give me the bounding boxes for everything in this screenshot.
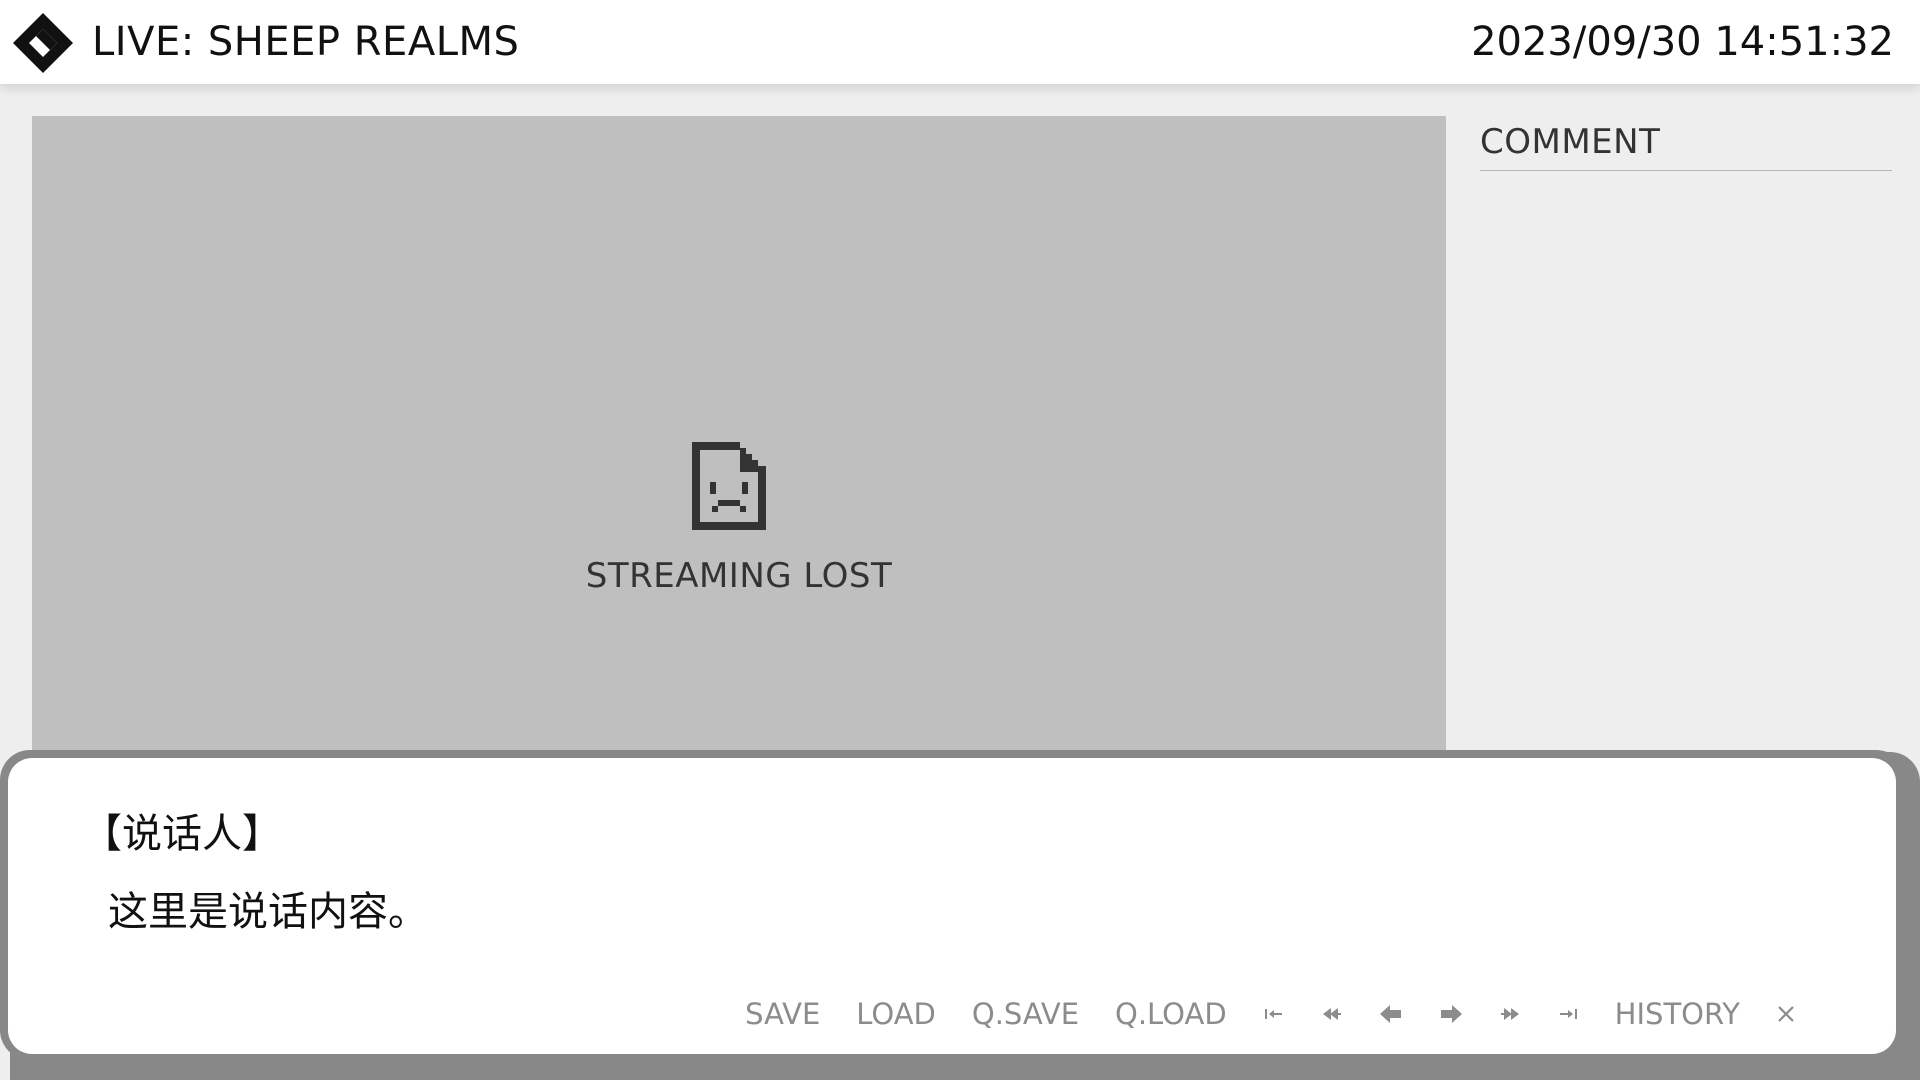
skip-to-end-icon [1559,1009,1577,1019]
header-bar: LIVE: SHEEP REALMS 2023/09/30 14:51:32 [0,0,1920,84]
sad-document-icon [692,442,766,530]
close-icon [1778,1006,1794,1022]
back-button[interactable] [1379,1004,1403,1024]
skip-to-start-icon [1264,1009,1282,1019]
forward-icon [1440,1005,1462,1023]
rewind-icon [1322,1008,1341,1020]
quick-save-button[interactable]: Q.SAVE [972,994,1079,1034]
history-button[interactable]: HISTORY [1615,994,1740,1034]
comment-panel: COMMENT [1480,116,1892,171]
dialog-content: 【说话人】 这里是说话内容。 SAVE LOAD Q.SAVE Q.LOAD H… [8,758,1896,1054]
stream-viewport: STREAMING LOST [32,116,1446,756]
rewind-button[interactable] [1321,1006,1343,1022]
diamond-logo-icon [13,13,73,73]
skip-to-start-button[interactable] [1263,1006,1285,1022]
streaming-lost-text: STREAMING LOST [585,556,893,596]
load-button[interactable]: LOAD [856,994,936,1034]
dialog-box: 【说话人】 这里是说话内容。 SAVE LOAD Q.SAVE Q.LOAD H… [0,750,1906,1060]
save-button[interactable]: SAVE [745,994,820,1034]
comment-label: COMMENT [1480,122,1661,162]
dialog-controls: SAVE LOAD Q.SAVE Q.LOAD HISTORY [745,992,1796,1036]
page-title: LIVE: SHEEP REALMS [92,19,520,65]
skip-to-end-button[interactable] [1557,1006,1579,1022]
quick-load-button[interactable]: Q.LOAD [1115,994,1227,1034]
datetime-display: 2023/09/30 14:51:32 [1471,19,1894,65]
back-icon [1379,1005,1401,1023]
fast-forward-icon [1500,1008,1519,1020]
speaker-name: 【说话人】 [82,811,282,857]
dialog-text: 这里是说话内容。 [108,889,428,935]
close-button[interactable] [1776,1004,1796,1024]
fast-forward-button[interactable] [1499,1006,1521,1022]
forward-button[interactable] [1439,1004,1463,1024]
